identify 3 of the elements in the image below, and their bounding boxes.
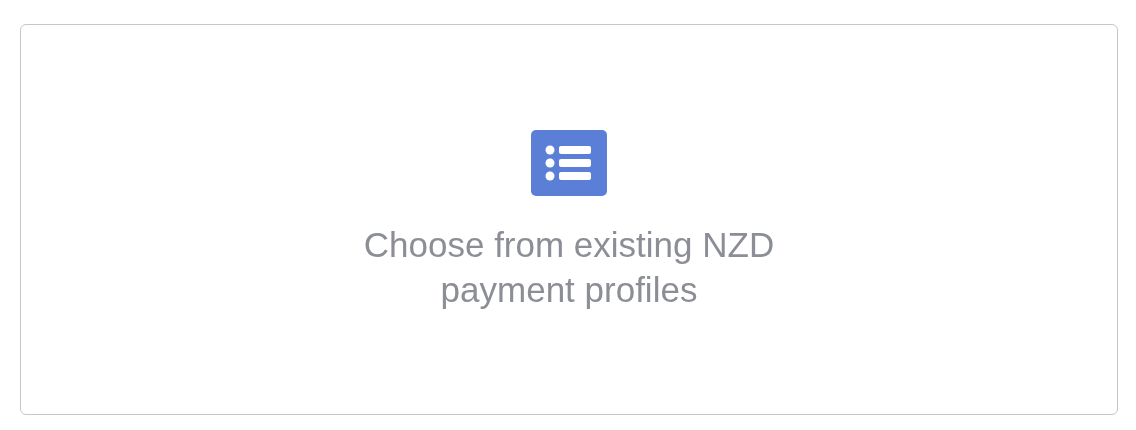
option-label: Choose from existing NZD payment profiles [362,224,776,311]
option-card[interactable]: Choose from existing NZD payment profiles [20,24,1118,415]
list-icon [531,130,607,196]
